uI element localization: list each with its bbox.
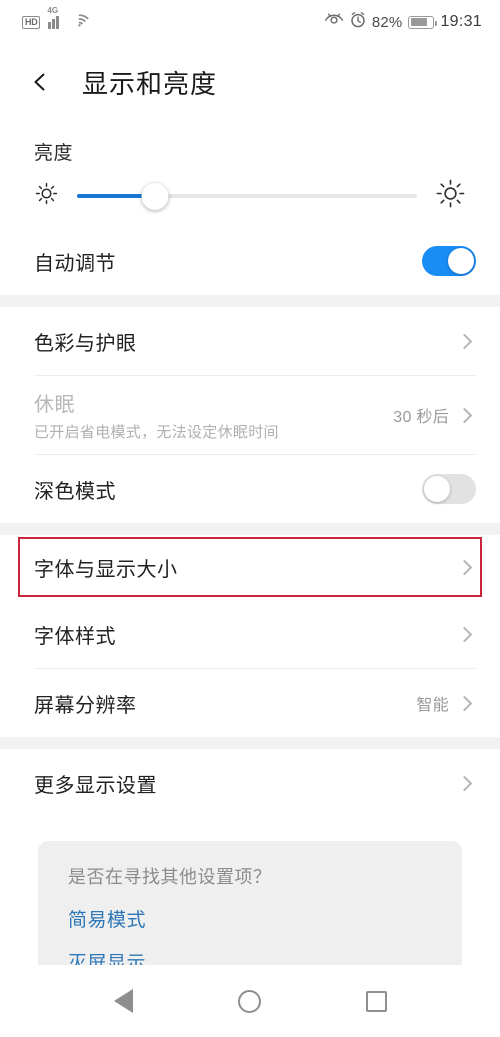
brightness-low-icon	[34, 181, 59, 211]
status-bar-right: 82% 19:31	[324, 11, 482, 33]
brightness-high-icon	[435, 178, 466, 214]
settings-group-3: 更多显示设置 是否在寻找其他设置项？ 简易模式 灭屏显示	[0, 749, 500, 965]
row-main: 字体与显示大小	[34, 553, 459, 582]
chevron-right-icon	[456, 407, 473, 423]
row-font-style[interactable]: 字体样式	[0, 600, 500, 668]
row-label: 屏幕分辨率	[34, 694, 137, 717]
auto-brightness-main: 自动调节	[34, 247, 422, 276]
section-gap-2	[0, 523, 500, 535]
row-label: 更多显示设置	[34, 774, 157, 797]
section-gap-1	[0, 295, 500, 307]
row-main: 色彩与护眼	[34, 327, 459, 356]
row-main: 更多显示设置	[34, 769, 459, 798]
network-type-label: 4G	[47, 5, 59, 15]
brightness-slider[interactable]	[77, 182, 417, 210]
battery-percent-label: 82%	[371, 13, 403, 31]
section-gap-3	[0, 737, 500, 749]
slider-thumb[interactable]	[141, 182, 169, 210]
settings-group-2: 字体与显示大小 字体样式 屏幕分辨率 智能	[0, 535, 500, 737]
auto-brightness-row[interactable]: 自动调节	[0, 227, 500, 295]
back-arrow-icon[interactable]	[26, 67, 56, 97]
battery-icon	[408, 15, 438, 29]
status-bar: HD 4G 82% 19:31	[0, 0, 500, 44]
row-label: 字体与显示大小	[34, 558, 178, 581]
hd-icon: HD	[22, 15, 41, 29]
simple-mode-link[interactable]: 简易模式	[68, 905, 432, 932]
signal-bars-icon: 4G	[47, 6, 63, 29]
page-title: 显示和亮度	[82, 68, 218, 99]
phone-screen: HD 4G 82% 19:31 显示和亮度 亮度 自动调节 色彩与护眼 休眠 已…	[0, 0, 500, 1037]
nav-back-triangle-icon[interactable]	[100, 978, 146, 1024]
brightness-card: 亮度 自动调节	[0, 120, 500, 295]
row-sublabel: 已开启省电模式，无法设定休眠时间	[34, 424, 279, 441]
eye-comfort-icon	[324, 13, 344, 32]
row-value: 智能	[416, 697, 449, 714]
page-header: 显示和亮度	[0, 44, 500, 120]
status-bar-left: HD 4G	[22, 6, 89, 32]
chevron-right-icon	[456, 626, 473, 642]
other-settings-tip-card: 是否在寻找其他设置项？ 简易模式 灭屏显示	[38, 841, 462, 965]
nav-home-circle-icon[interactable]	[227, 978, 273, 1024]
row-main: 屏幕分辨率	[34, 689, 416, 718]
brightness-slider-row[interactable]	[0, 165, 500, 227]
row-sleep[interactable]: 休眠 已开启省电模式，无法设定休眠时间 30 秒后	[0, 376, 500, 454]
settings-group-1: 色彩与护眼 休眠 已开启省电模式，无法设定休眠时间 30 秒后 深色模式	[0, 307, 500, 523]
row-font-and-display-size[interactable]: 字体与显示大小	[0, 535, 500, 599]
always-on-display-link[interactable]: 灭屏显示	[68, 948, 432, 965]
system-nav-bar	[0, 965, 500, 1037]
nav-recents-square-icon[interactable]	[354, 978, 400, 1024]
row-main: 休眠 已开启省电模式，无法设定休眠时间	[34, 388, 393, 442]
alarm-clock-icon	[350, 11, 366, 33]
row-value: 30 秒后	[393, 409, 449, 426]
tip-card-title: 是否在寻找其他设置项？	[68, 867, 272, 887]
row-label: 色彩与护眼	[34, 332, 137, 355]
dark-mode-toggle[interactable]	[422, 474, 476, 504]
chevron-right-icon	[456, 559, 473, 575]
auto-brightness-toggle[interactable]	[422, 246, 476, 276]
clock-label: 19:31	[440, 13, 482, 30]
row-screen-resolution[interactable]: 屏幕分辨率 智能	[0, 669, 500, 737]
auto-brightness-label: 自动调节	[34, 252, 116, 275]
tip-card-zone: 是否在寻找其他设置项？ 简易模式 灭屏显示	[0, 817, 500, 965]
settings-scroll-area[interactable]: 亮度 自动调节 色彩与护眼 休眠 已开启省电模式，无法设定休眠时间 30 秒后 …	[0, 120, 500, 965]
row-main: 深色模式	[34, 475, 422, 504]
row-label: 字体样式	[34, 625, 116, 648]
row-dark-mode[interactable]: 深色模式	[0, 455, 500, 523]
chevron-right-icon	[456, 333, 473, 349]
row-label: 休眠	[34, 394, 75, 416]
row-main: 字体样式	[34, 620, 459, 649]
chevron-right-icon	[456, 775, 473, 791]
row-color-and-eye-comfort[interactable]: 色彩与护眼	[0, 307, 500, 375]
wifi-icon	[70, 12, 89, 32]
row-more-display-settings[interactable]: 更多显示设置	[0, 749, 500, 817]
chevron-right-icon	[456, 695, 473, 711]
row-label: 深色模式	[34, 480, 116, 503]
brightness-section-label: 亮度	[34, 143, 74, 164]
